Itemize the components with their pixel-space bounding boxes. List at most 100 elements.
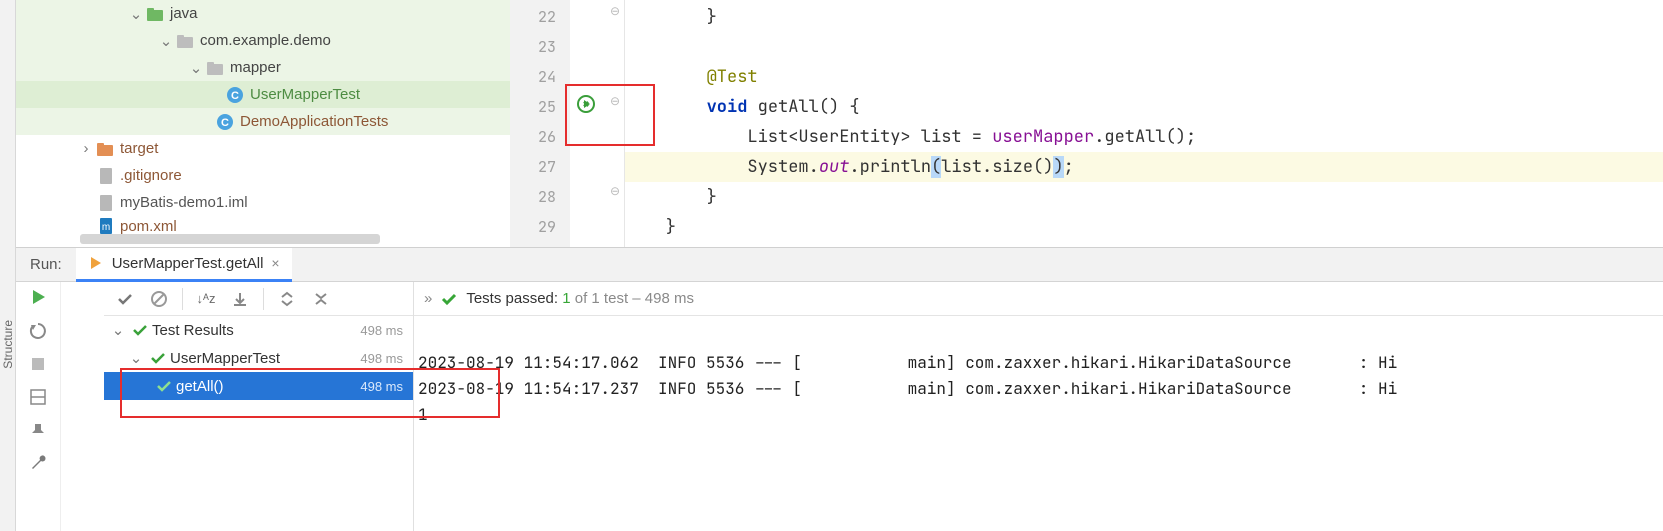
svg-text:C: C bbox=[231, 90, 239, 102]
tree-node-demo-app-tests[interactable]: C DemoApplicationTests bbox=[16, 108, 510, 135]
separator bbox=[263, 288, 264, 310]
pin-button[interactable] bbox=[30, 422, 46, 442]
collapse-all-button[interactable] bbox=[306, 285, 336, 313]
check-icon bbox=[150, 350, 166, 366]
test-results-root[interactable]: ⌄ Test Results 498 ms bbox=[104, 316, 413, 344]
line-number: 27 bbox=[510, 152, 556, 182]
fold-marker-icon[interactable]: ⊖ bbox=[610, 4, 620, 18]
line-number: 26 bbox=[510, 122, 556, 152]
test-run-tab-icon bbox=[88, 255, 104, 271]
left-tool-stripe: Structure bbox=[0, 0, 16, 531]
horizontal-scrollbar[interactable] bbox=[80, 234, 380, 244]
line-number: 25 bbox=[510, 92, 556, 122]
settings-wrench-icon[interactable] bbox=[29, 454, 47, 476]
package-icon bbox=[206, 60, 224, 76]
check-icon bbox=[440, 290, 458, 308]
fold-marker-icon[interactable]: ⊖ bbox=[610, 94, 620, 108]
file-icon bbox=[98, 194, 114, 212]
test-node-label: UserMapperTest bbox=[170, 350, 280, 367]
code-editor[interactable]: 22 23 24 25 26 27 28 29 ⊖ ⊖ ⊖ } @Test vo… bbox=[510, 0, 1663, 247]
test-method-node[interactable]: getAll() 498 ms bbox=[104, 372, 413, 400]
show-passed-button[interactable] bbox=[110, 285, 140, 313]
tree-node-pom[interactable]: m pom.xml bbox=[16, 216, 510, 236]
layout-button[interactable] bbox=[29, 388, 47, 410]
class-icon: C bbox=[226, 86, 244, 104]
top-split: ⌄ java ⌄ com.example.demo ⌄ mapper C Use… bbox=[0, 0, 1663, 248]
console-line: 1 bbox=[418, 404, 428, 425]
expand-all-button[interactable] bbox=[272, 285, 302, 313]
tree-node-iml[interactable]: myBatis-demo1.iml bbox=[16, 189, 510, 216]
code-content[interactable]: } @Test void getAll() { List<UserEntity>… bbox=[625, 0, 1663, 247]
line-number-gutter: 22 23 24 25 26 27 28 29 bbox=[510, 0, 570, 247]
chevron-down-icon: ⌄ bbox=[126, 5, 146, 23]
tree-label: DemoApplicationTests bbox=[240, 113, 388, 130]
tree-node-gitignore[interactable]: .gitignore bbox=[16, 162, 510, 189]
structure-tool-window-button[interactable]: Structure bbox=[1, 320, 15, 369]
test-status-bar: » Tests passed: 1 of 1 test – 498 ms bbox=[414, 282, 1663, 316]
gutter-icons: ⊖ ⊖ ⊖ bbox=[570, 0, 625, 247]
test-controls-column bbox=[60, 282, 104, 531]
folder-icon bbox=[96, 141, 114, 157]
code-line: @Test bbox=[625, 62, 1663, 92]
rerun-button[interactable] bbox=[29, 288, 47, 310]
run-tab-title: UserMapperTest.getAll bbox=[112, 255, 264, 272]
maven-icon: m bbox=[98, 217, 114, 235]
project-tree[interactable]: ⌄ java ⌄ com.example.demo ⌄ mapper C Use… bbox=[0, 0, 510, 247]
line-number: 24 bbox=[510, 62, 556, 92]
test-node-label: getAll() bbox=[176, 378, 224, 395]
code-line: } bbox=[625, 2, 1663, 32]
code-line: } bbox=[625, 182, 1663, 212]
stop-button[interactable] bbox=[30, 356, 46, 376]
rerun-failed-button[interactable] bbox=[29, 322, 47, 344]
tests-passed-count: 1 bbox=[562, 290, 570, 307]
more-icon[interactable]: » bbox=[424, 290, 432, 307]
duration-label: 498 ms bbox=[360, 351, 403, 366]
tree-label: UserMapperTest bbox=[250, 86, 360, 103]
run-controls-column bbox=[16, 282, 60, 531]
code-line: void getAll() { bbox=[625, 92, 1663, 122]
import-tests-button[interactable] bbox=[225, 285, 255, 313]
line-number: 29 bbox=[510, 212, 556, 242]
tree-label: pom.xml bbox=[120, 218, 177, 235]
tests-total-label: of 1 test – 498 ms bbox=[571, 290, 694, 307]
tree-node-user-mapper-test[interactable]: C UserMapperTest bbox=[16, 81, 510, 108]
tree-label: java bbox=[170, 5, 198, 22]
check-icon bbox=[156, 378, 172, 394]
tree-node-target[interactable]: › target bbox=[16, 135, 510, 162]
line-number: 22 bbox=[510, 2, 556, 32]
test-class-node[interactable]: ⌄ UserMapperTest 498 ms bbox=[104, 344, 413, 372]
console-line: 2023-08-19 11:54:17.237 INFO 5536 --- [ … bbox=[418, 378, 1397, 399]
duration-label: 498 ms bbox=[360, 379, 403, 394]
test-results-tree[interactable]: ⌄ Test Results 498 ms ⌄ UserMapperTest 4… bbox=[104, 316, 413, 531]
line-number: 23 bbox=[510, 32, 556, 62]
code-line: } bbox=[625, 212, 1663, 242]
console-output[interactable]: 2023-08-19 11:54:17.062 INFO 5536 --- [ … bbox=[414, 316, 1663, 531]
close-icon[interactable]: × bbox=[271, 255, 279, 271]
code-line bbox=[625, 32, 1663, 62]
tree-node-java[interactable]: ⌄ java bbox=[16, 0, 510, 27]
tree-node-mapper[interactable]: ⌄ mapper bbox=[16, 54, 510, 81]
check-icon bbox=[132, 322, 148, 338]
run-tool-window: Run: UserMapperTest.getAll × ↓ᴬᴢ bbox=[16, 248, 1663, 531]
chevron-down-icon: ⌄ bbox=[108, 321, 128, 339]
line-number: 28 bbox=[510, 182, 556, 212]
duration-label: 498 ms bbox=[360, 323, 403, 338]
sort-button[interactable]: ↓ᴬᴢ bbox=[191, 285, 221, 313]
tree-label: com.example.demo bbox=[200, 32, 331, 49]
show-ignored-button[interactable] bbox=[144, 285, 174, 313]
fold-marker-icon[interactable]: ⊖ bbox=[610, 184, 620, 198]
file-icon bbox=[98, 167, 114, 185]
console-panel: » Tests passed: 1 of 1 test – 498 ms 202… bbox=[414, 282, 1663, 531]
chevron-down-icon: ⌄ bbox=[186, 59, 206, 77]
tests-passed-label: Tests passed: bbox=[466, 290, 562, 307]
run-tab[interactable]: UserMapperTest.getAll × bbox=[76, 248, 292, 282]
run-test-gutter-icon[interactable] bbox=[576, 94, 596, 118]
chevron-down-icon: ⌄ bbox=[156, 32, 176, 50]
code-line: System.out.println(list.size()); bbox=[625, 152, 1663, 182]
svg-text:C: C bbox=[221, 117, 229, 129]
folder-icon bbox=[146, 6, 164, 22]
tree-label: mapper bbox=[230, 59, 281, 76]
test-toolbar: ↓ᴬᴢ bbox=[104, 282, 413, 316]
tree-node-package[interactable]: ⌄ com.example.demo bbox=[16, 27, 510, 54]
console-line: 2023-08-19 11:54:17.062 INFO 5536 --- [ … bbox=[418, 352, 1397, 373]
